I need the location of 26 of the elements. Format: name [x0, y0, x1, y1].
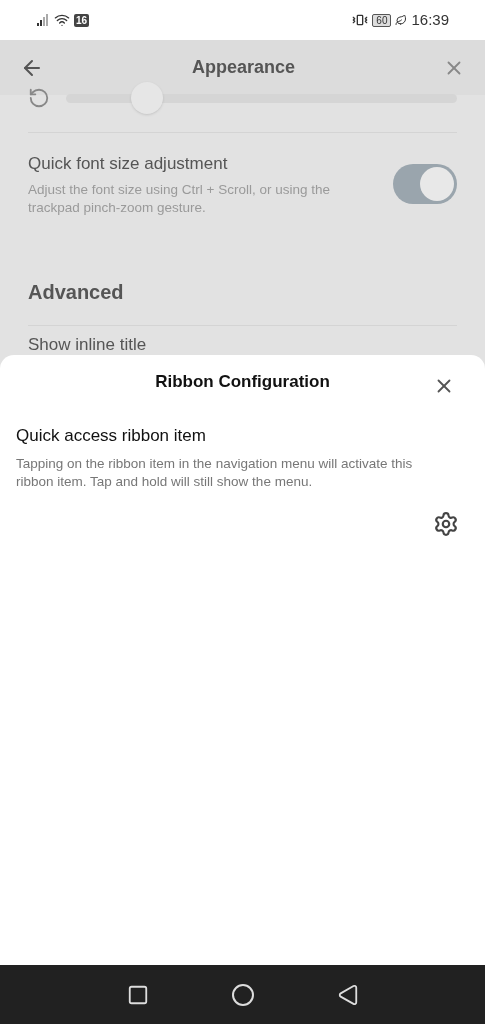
slider[interactable] [66, 81, 457, 115]
gear-icon [433, 510, 459, 537]
section-heading: Advanced [28, 279, 125, 305]
recents-button[interactable] [126, 983, 149, 1006]
setting-label: Quick font size adjustment [28, 153, 229, 175]
square-icon [126, 983, 149, 1006]
setting-description: Adjust the font size using Ctrl + Scroll, or using the trackpad pinch-zoom gesture. [28, 180, 332, 217]
toggle-switch[interactable] [393, 163, 457, 204]
reset-icon[interactable] [28, 87, 50, 109]
setting-description: Tapping on the ribbon item in the navigation menu will activate this ribbon item. Tap and hold will still show the menu. [16, 454, 414, 491]
wifi-icon [54, 12, 70, 28]
triangle-icon [336, 983, 359, 1006]
battery-indicator: 60 [372, 13, 392, 27]
signal-icon [36, 13, 50, 27]
leaf-icon [395, 14, 408, 26]
home-button[interactable] [230, 982, 255, 1007]
back-nav-button[interactable] [336, 983, 359, 1006]
sheet-title: Ribbon Configuration [155, 371, 330, 394]
status-time: 16:39 [411, 9, 449, 30]
setting-label: Quick access ribbon item [16, 425, 207, 447]
vibrate-icon [352, 12, 369, 28]
setting-label: Show inline title [28, 333, 148, 356]
settings-button[interactable] [433, 510, 459, 537]
header-title: Appearance [191, 56, 295, 79]
status-badge: 16 [74, 13, 90, 27]
circle-icon [230, 982, 255, 1007]
